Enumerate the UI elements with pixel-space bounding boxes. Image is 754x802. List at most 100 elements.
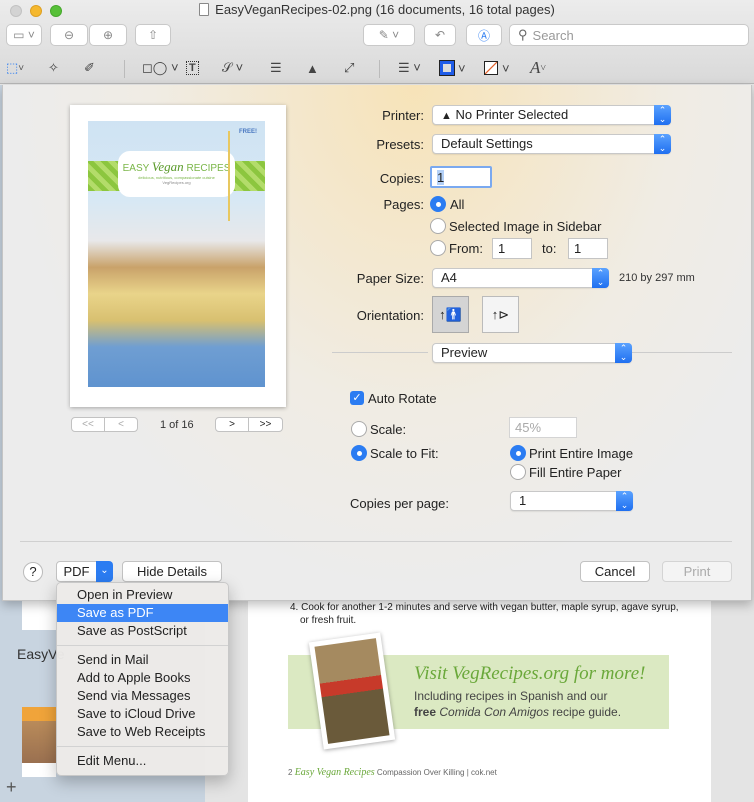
help-button[interactable]: ? — [23, 562, 43, 582]
presets-label: Presets: — [376, 137, 424, 152]
menu-item-save-as-pdf[interactable]: Save as PDF — [57, 604, 228, 622]
menu-item-edit-menu[interactable]: Edit Menu... — [57, 752, 228, 770]
cancel-button[interactable]: Cancel — [580, 561, 650, 582]
rect-selection-tool[interactable]: ⬚ ˅ — [6, 56, 24, 80]
pages-all-label: All — [450, 197, 465, 212]
copies-per-page-select[interactable]: 1 ⌃ ⌄ — [510, 491, 633, 511]
menu-item-open-in-preview[interactable]: Open in Preview — [57, 586, 228, 604]
menu-item-save-to-icloud-drive[interactable]: Save to iCloud Drive — [57, 705, 228, 723]
text-style-icon: A — [530, 58, 541, 77]
pages-from-label: From: — [449, 241, 483, 256]
menu-item-send-via-messages[interactable]: Send via Messages — [57, 687, 228, 705]
pages-to-input[interactable]: 1 — [568, 238, 608, 259]
landscape-icon: ↑⊳ — [491, 307, 510, 322]
prev-page-button[interactable]: < — [104, 417, 138, 432]
promo-book-image — [308, 632, 396, 750]
scale-radio[interactable] — [351, 421, 367, 437]
pdf-menu-chevron[interactable]: ⌄ — [96, 561, 113, 582]
footer-divider — [20, 541, 732, 542]
instant-alpha-tool[interactable]: ✧ — [48, 56, 59, 80]
border-color-icon — [439, 60, 455, 76]
fill-entire-paper-label: Fill Entire Paper — [529, 465, 622, 480]
sketch-tool[interactable]: ✐ — [84, 56, 95, 80]
paper-dimensions: 210 by 297 mm — [619, 272, 695, 284]
cover-url: VegRecipes.org — [162, 180, 191, 185]
section-divider — [632, 352, 732, 353]
sidebar-toggle-button[interactable]: ▭ ˅ — [6, 24, 42, 46]
next-page-button[interactable]: > — [215, 417, 249, 432]
cover-image: FREE! EASY Vegan RECIPES delicious, nutr… — [88, 121, 265, 387]
fill-entire-paper-radio[interactable] — [510, 464, 526, 480]
step-text-2: or fresh fruit. — [300, 615, 357, 626]
shapes-tool[interactable]: ◻◯ ˅ — [142, 56, 179, 80]
notes-tool[interactable]: ☰ — [270, 56, 282, 80]
menu-item-send-in-mail[interactable]: Send in Mail — [57, 651, 228, 669]
border-color-tool[interactable]: ˅ — [439, 56, 466, 80]
print-entire-image-radio[interactable] — [510, 445, 526, 461]
copies-per-page-value: 1 — [519, 493, 527, 508]
pages-selected-radio[interactable] — [430, 218, 446, 234]
notes-icon: ☰ — [270, 60, 282, 75]
rotate-button[interactable]: ↶ — [424, 24, 456, 46]
promo-title: Visit VegRecipes.org for more! — [414, 663, 646, 684]
zoom-out-icon: ⊖ — [63, 28, 75, 42]
document-icon — [199, 3, 210, 16]
toolbar-divider — [379, 60, 380, 78]
pages-from-input[interactable]: 1 — [492, 238, 532, 259]
zoom-out-button[interactable]: ⊖ — [50, 24, 88, 46]
markup-pen-button[interactable]: ✎ ˅ — [363, 24, 415, 46]
portrait-orientation-button[interactable]: ↑🚹 — [432, 296, 469, 333]
text-style-tool[interactable]: A ˅ — [530, 56, 546, 80]
sidebar-thumbnail[interactable] — [22, 707, 56, 777]
printer-select[interactable]: ▲ No Printer Selected ⌃ ⌄ — [432, 105, 671, 125]
print-section-select[interactable]: Preview ⌃ ⌄ — [432, 343, 632, 363]
fill-color-tool[interactable]: ˅ — [484, 56, 510, 80]
copies-input[interactable]: 1 — [430, 166, 492, 188]
document-page: 4. Cook for another 1-2 minutes and serv… — [248, 595, 711, 802]
chevron-updown-icon: ⌃ ⌄ — [592, 268, 609, 288]
text-box-tool[interactable]: T — [186, 56, 199, 80]
cover-badge: FREE! — [239, 129, 257, 135]
first-page-button[interactable]: << — [71, 417, 105, 432]
last-page-button[interactable]: >> — [248, 417, 283, 432]
hide-details-button[interactable]: Hide Details — [122, 561, 222, 582]
footer-brand: Easy Vegan Recipes — [294, 767, 375, 778]
footer-page-number: 2 — [288, 768, 293, 777]
pages-all-radio[interactable] — [430, 196, 446, 212]
zoom-in-button[interactable]: ⊕ — [89, 24, 127, 46]
scale-to-fit-radio[interactable] — [351, 445, 367, 461]
pages-range-radio[interactable] — [430, 240, 446, 256]
portrait-icon: ↑🚹 — [439, 307, 462, 322]
share-button[interactable]: ⇧ — [135, 24, 171, 46]
signature-tool[interactable]: 𝒮 ˅ — [222, 56, 243, 80]
sidebar-thumbnail[interactable] — [22, 600, 56, 630]
window-title: EasyVeganRecipes-02.png (16 documents, 1… — [0, 2, 754, 17]
section-divider — [332, 352, 428, 353]
instant-alpha-icon: ✧ — [48, 60, 59, 75]
menu-separator — [57, 746, 228, 747]
search-icon: ⚲ — [518, 27, 528, 42]
menu-item-save-as-postscript[interactable]: Save as PostScript — [57, 622, 228, 640]
scale-input[interactable]: 45% — [509, 417, 577, 438]
cover-title-3: RECIPES — [186, 163, 231, 174]
menu-item-save-to-web-receipts[interactable]: Save to Web Receipts — [57, 723, 228, 741]
chevron-updown-icon: ⌃ ⌄ — [654, 105, 671, 125]
auto-rotate-checkbox[interactable]: ✓ — [350, 391, 364, 405]
landscape-orientation-button[interactable]: ↑⊳ — [482, 296, 519, 333]
print-entire-image-label: Print Entire Image — [529, 446, 634, 461]
presets-select[interactable]: Default Settings ⌃ ⌄ — [432, 134, 671, 154]
markup-toolbar-button[interactable]: Ⓐ — [466, 24, 502, 46]
add-page-icon[interactable]: + — [6, 777, 17, 798]
pages-to-label: to: — [542, 241, 557, 256]
menu-item-add-to-apple-books[interactable]: Add to Apple Books — [57, 669, 228, 687]
chevron-updown-icon: ⌃ ⌄ — [616, 491, 633, 511]
adjust-size-icon: ⤢ — [344, 60, 355, 75]
adjust-color-tool[interactable]: ▲ — [306, 56, 319, 80]
paper-size-select[interactable]: A4 ⌃ ⌄ — [432, 268, 609, 288]
line-style-tool[interactable]: ☰ ˅ — [398, 56, 421, 80]
pdf-button[interactable]: PDF — [56, 561, 97, 582]
toolbar-divider — [124, 60, 125, 78]
search-field[interactable]: ⚲ Search — [509, 24, 749, 46]
adjust-size-tool[interactable]: ⤢ — [344, 56, 354, 80]
print-button[interactable]: Print — [662, 561, 732, 582]
